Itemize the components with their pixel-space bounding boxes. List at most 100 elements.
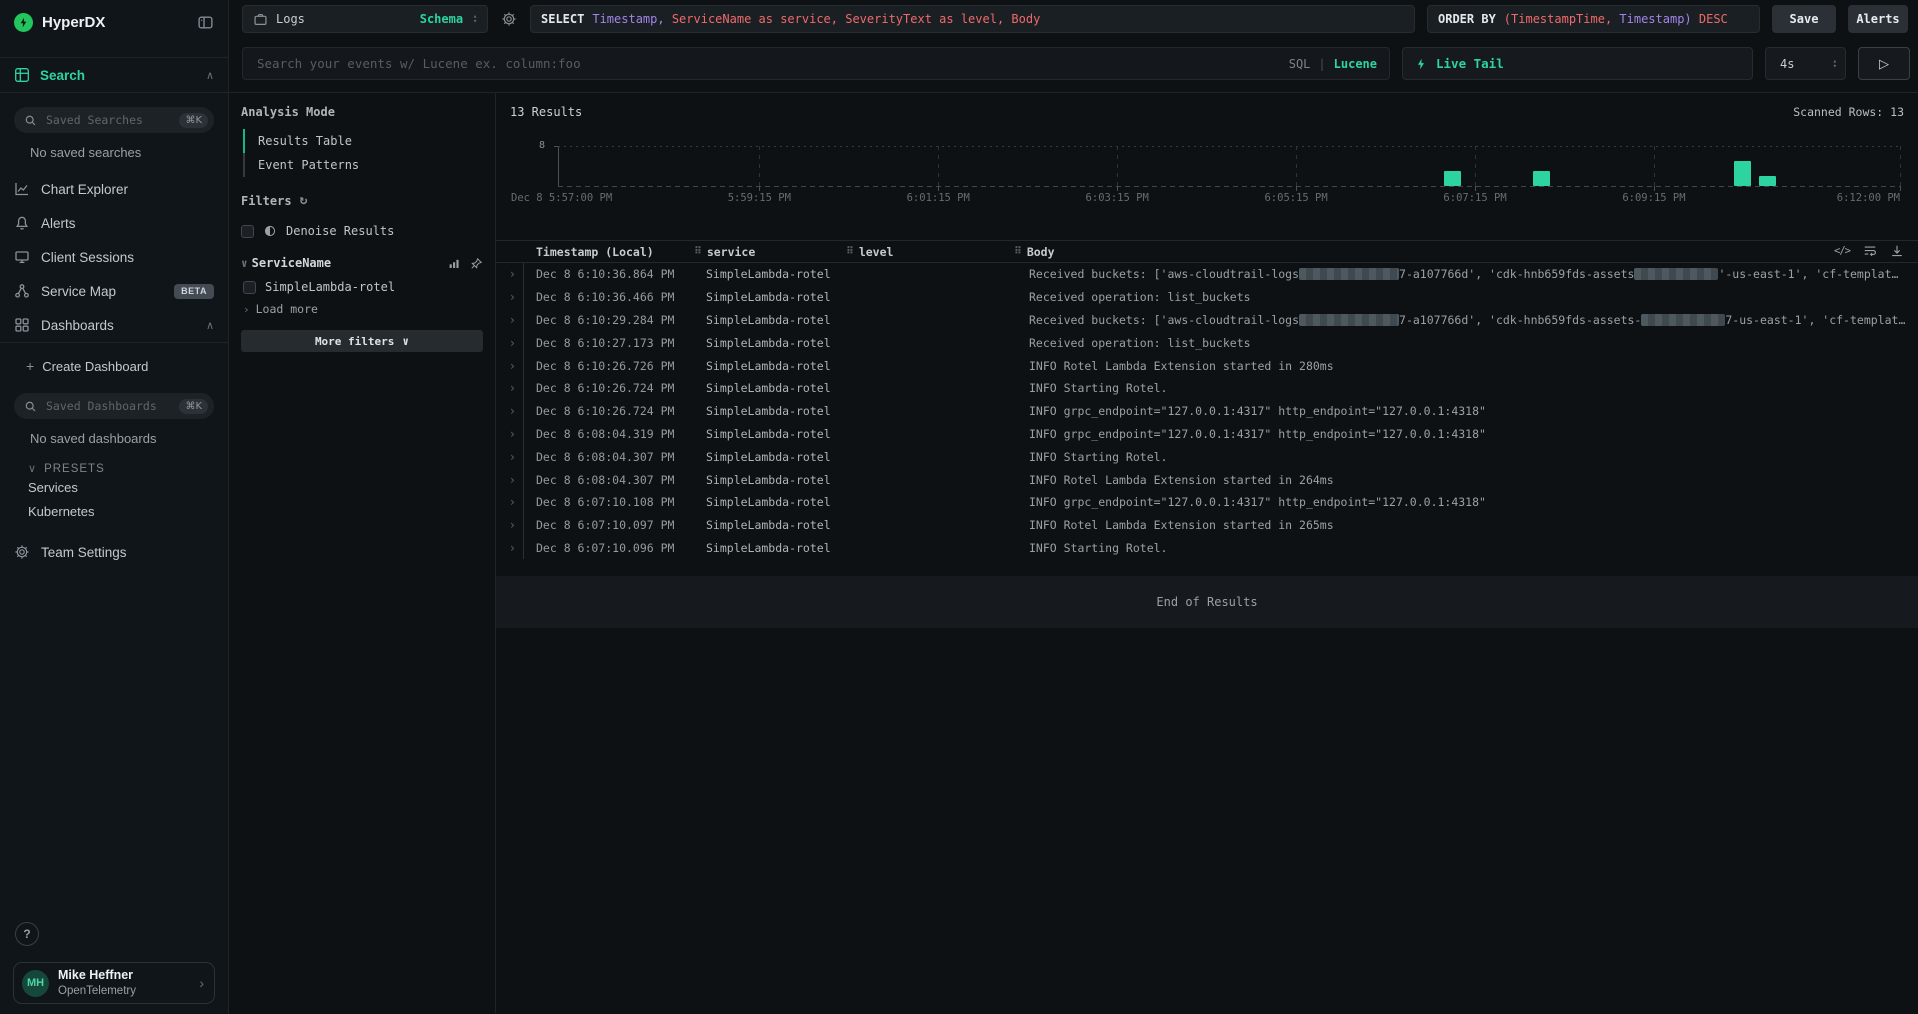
chevron-updown-icon[interactable]: ▴▾ xyxy=(1833,59,1837,69)
table-row[interactable]: ›Dec 8 6:10:26.726 PMSimpleLambda-rotelI… xyxy=(496,354,1918,377)
row-expand-chevron-icon[interactable]: › xyxy=(496,263,524,286)
sidebar-item-services[interactable]: Services xyxy=(0,475,228,499)
redacted-text xyxy=(1299,314,1399,326)
chevron-up-icon[interactable]: ∧ xyxy=(206,319,214,332)
row-service: SimpleLambda-rotel xyxy=(694,450,846,464)
body-text: Received operation: list_buckets xyxy=(1029,336,1251,350)
saved-searches-input[interactable] xyxy=(44,112,172,128)
table-row[interactable]: ›Dec 8 6:10:29.284 PMSimpleLambda-rotelR… xyxy=(496,309,1918,332)
row-timestamp: Dec 8 6:08:04.307 PM xyxy=(524,450,694,464)
orderby-query-box[interactable]: ORDER BY (TimestampTime, Timestamp) DESC xyxy=(1427,5,1760,33)
refresh-icon[interactable]: ↻ xyxy=(300,193,308,208)
table-row[interactable]: ›Dec 8 6:07:10.108 PMSimpleLambda-rotelI… xyxy=(496,491,1918,514)
save-button[interactable]: Save xyxy=(1772,5,1836,33)
presets-section[interactable]: ∨ PRESETS xyxy=(0,462,228,475)
chart-bar[interactable] xyxy=(1444,171,1461,186)
live-tail-button[interactable]: Live Tail xyxy=(1402,47,1753,80)
event-search-box[interactable]: SQL | Lucene xyxy=(242,47,1390,80)
live-tail-label: Live Tail xyxy=(1436,56,1504,71)
help-button[interactable]: ? xyxy=(15,922,39,946)
download-icon[interactable] xyxy=(1890,244,1904,258)
sidebar-item-alerts[interactable]: Alerts xyxy=(0,206,228,240)
table-row[interactable]: ›Dec 8 6:10:27.173 PMSimpleLambda-rotelR… xyxy=(496,331,1918,354)
select-query-box[interactable]: SELECT Timestamp, ServiceName as service… xyxy=(530,5,1415,33)
row-expand-chevron-icon[interactable]: › xyxy=(496,537,524,560)
column-header-service[interactable]: ⠿ service xyxy=(694,245,846,259)
mode-event-patterns[interactable]: Event Patterns xyxy=(243,153,483,177)
saved-searches-search[interactable]: ⌘K xyxy=(14,107,214,133)
alerts-button[interactable]: Alerts xyxy=(1848,5,1908,33)
row-expand-chevron-icon[interactable]: › xyxy=(496,514,524,537)
user-card[interactable]: MH Mike Heffner OpenTelemetry › xyxy=(13,962,215,1004)
saved-dashboards-search[interactable]: ⌘K xyxy=(14,393,214,419)
row-expand-chevron-icon[interactable]: › xyxy=(496,309,524,332)
row-expand-chevron-icon[interactable]: › xyxy=(496,286,524,309)
table-row[interactable]: ›Dec 8 6:08:04.307 PMSimpleLambda-rotelI… xyxy=(496,468,1918,491)
column-header-timestamp[interactable]: Timestamp (Local) xyxy=(524,245,694,259)
schema-label[interactable]: Schema xyxy=(420,12,463,26)
row-expand-chevron-icon[interactable]: › xyxy=(496,331,524,354)
table-row[interactable]: ›Dec 8 6:10:26.724 PMSimpleLambda-rotelI… xyxy=(496,377,1918,400)
row-expand-chevron-icon[interactable]: › xyxy=(496,423,524,446)
wrap-lines-icon[interactable] xyxy=(1863,244,1877,258)
facet-name: ServiceName xyxy=(252,256,331,270)
column-header-body[interactable]: ⠿ Body xyxy=(1014,245,1918,259)
load-more-button[interactable]: › Load more xyxy=(241,302,483,316)
table-row[interactable]: ›Dec 8 6:10:36.864 PMSimpleLambda-rotelR… xyxy=(496,263,1918,286)
table-row[interactable]: ›Dec 8 6:08:04.319 PMSimpleLambda-rotelI… xyxy=(496,423,1918,446)
sidebar-item-service-map[interactable]: Service Map BETA xyxy=(0,274,228,308)
sidebar-item-team-settings[interactable]: Team Settings xyxy=(0,535,228,569)
sidebar-item-client-sessions[interactable]: Client Sessions xyxy=(0,240,228,274)
facet-value-checkbox[interactable] xyxy=(243,281,256,294)
sidebar: HyperDX Search ∧ ⌘K No saved searches Ch… xyxy=(0,0,229,1014)
row-expand-chevron-icon[interactable]: › xyxy=(496,400,524,423)
chart-gridline xyxy=(1654,146,1655,186)
search-input[interactable] xyxy=(255,55,1281,72)
chart-bar[interactable] xyxy=(1734,161,1751,186)
table-row[interactable]: ›Dec 8 6:07:10.097 PMSimpleLambda-rotelI… xyxy=(496,514,1918,537)
chevron-up-icon[interactable]: ∧ xyxy=(206,69,214,82)
mode-results-table[interactable]: Results Table xyxy=(243,129,483,153)
row-expand-chevron-icon[interactable]: › xyxy=(496,377,524,400)
table-row[interactable]: ›Dec 8 6:10:26.724 PMSimpleLambda-rotelI… xyxy=(496,400,1918,423)
sidebar-item-search[interactable]: Search ∧ xyxy=(0,58,228,93)
bar-chart-icon[interactable] xyxy=(448,257,461,270)
more-filters-button[interactable]: More filters ∨ xyxy=(241,330,483,352)
drag-handle-icon[interactable]: ⠿ xyxy=(694,246,702,257)
sql-mode-toggle[interactable]: SQL xyxy=(1289,57,1311,71)
play-button[interactable]: ▷ xyxy=(1858,47,1910,80)
collapse-sidebar-icon[interactable] xyxy=(197,14,214,31)
chart-bar[interactable] xyxy=(1533,171,1550,186)
create-dashboard-button[interactable]: + Create Dashboard xyxy=(0,349,228,383)
denoise-results-option[interactable]: Denoise Results xyxy=(241,224,483,238)
sidebar-item-kubernetes[interactable]: Kubernetes xyxy=(0,499,228,523)
bell-icon xyxy=(14,215,30,231)
lucene-mode-toggle[interactable]: Lucene xyxy=(1334,57,1377,71)
facet-servicename-header[interactable]: ∨ ServiceName xyxy=(241,256,483,270)
table-row[interactable]: ›Dec 8 6:10:36.466 PMSimpleLambda-rotelR… xyxy=(496,286,1918,309)
row-expand-chevron-icon[interactable]: › xyxy=(496,468,524,491)
drag-handle-icon[interactable]: ⠿ xyxy=(846,246,854,257)
chart-bar[interactable] xyxy=(1759,176,1776,186)
column-header-level[interactable]: ⠿ level xyxy=(846,245,1014,259)
drag-handle-icon[interactable]: ⠿ xyxy=(1014,246,1022,257)
saved-dashboards-input[interactable] xyxy=(44,398,172,414)
source-selector[interactable]: Logs Schema ▴▾ xyxy=(242,5,488,33)
code-view-icon[interactable]: </> xyxy=(1834,245,1850,257)
row-expand-chevron-icon[interactable]: › xyxy=(496,445,524,468)
facet-value-row[interactable]: SimpleLambda-rotel xyxy=(241,280,483,294)
denoise-label: Denoise Results xyxy=(286,224,394,238)
query-settings-gear-icon[interactable] xyxy=(500,5,518,33)
sidebar-item-dashboards[interactable]: Dashboards ∧ xyxy=(0,308,228,342)
sidebar-item-chart-explorer[interactable]: Chart Explorer xyxy=(0,172,228,206)
query-segment: SeverityText as level, xyxy=(838,12,1004,26)
select-keyword: SELECT xyxy=(541,12,584,26)
refresh-interval-select[interactable]: 4s ▴▾ xyxy=(1765,47,1846,80)
denoise-checkbox[interactable] xyxy=(241,225,254,238)
pin-icon[interactable] xyxy=(470,257,483,270)
row-expand-chevron-icon[interactable]: › xyxy=(496,354,524,377)
table-row[interactable]: ›Dec 8 6:07:10.096 PMSimpleLambda-rotelI… xyxy=(496,537,1918,560)
row-timestamp: Dec 8 6:08:04.307 PM xyxy=(524,473,694,487)
row-expand-chevron-icon[interactable]: › xyxy=(496,491,524,514)
table-row[interactable]: ›Dec 8 6:08:04.307 PMSimpleLambda-rotelI… xyxy=(496,445,1918,468)
